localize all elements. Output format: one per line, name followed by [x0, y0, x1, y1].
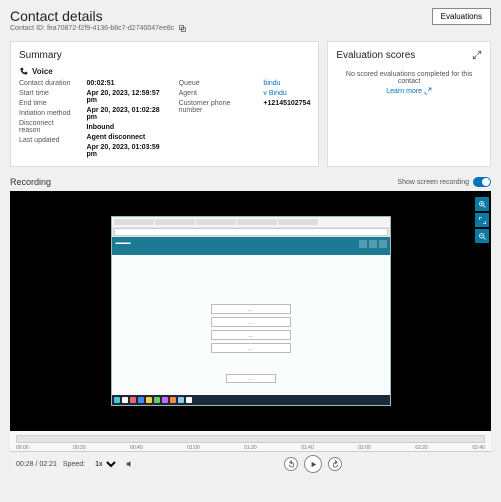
summary-card: Summary Voice Contact duration Start time…	[10, 41, 319, 167]
eval-empty-text: No scored evaluations completed for this…	[336, 71, 482, 85]
tick: 02:20	[415, 445, 428, 451]
toggle-label: Show screen recording	[397, 179, 469, 186]
field-label: Customer phone number	[179, 100, 248, 114]
time-display: 00:28 / 02:21	[16, 461, 57, 468]
rewind-button[interactable]	[284, 457, 298, 471]
tick: 01:00	[187, 445, 200, 451]
channel-voice: Voice	[32, 67, 53, 76]
field-value: +12145102754	[263, 100, 310, 107]
field-label: Disconnect reason	[19, 120, 71, 134]
play-button[interactable]	[304, 455, 322, 473]
zoom-out-icon[interactable]	[475, 229, 489, 243]
field-label: Initiation method	[19, 110, 71, 117]
field-label: Last updated	[19, 137, 71, 144]
evaluations-button[interactable]: Evaluations	[432, 8, 491, 25]
field-label: Start time	[19, 90, 71, 97]
tick: 02:00	[358, 445, 371, 451]
eval-title: Evaluation scores	[336, 50, 482, 61]
phone-icon	[19, 67, 28, 76]
tick: 01:20	[244, 445, 257, 451]
speed-select[interactable]: 1x	[91, 460, 119, 469]
forward-button[interactable]	[328, 457, 342, 471]
video-player: ▬▬▬ — — — — —	[10, 191, 491, 431]
field-label: End time	[19, 100, 71, 107]
field-value: Apr 20, 2023, 01:02:28 pm	[87, 107, 163, 121]
recorded-screen: ▬▬▬ — — — — —	[111, 216, 391, 406]
field-label: Agent	[179, 90, 248, 97]
volume-icon[interactable]	[125, 459, 135, 469]
field-value[interactable]: bindu	[263, 80, 310, 87]
tick: 00:20	[73, 445, 86, 451]
field-label: Contact duration	[19, 80, 71, 87]
contact-id: Contact ID: fea70872-f2f9-4136-b8c7-d274…	[10, 25, 174, 32]
field-value[interactable]: v Bindu	[263, 90, 310, 97]
page-header: Contact details Contact ID: fea70872-f2f…	[10, 8, 491, 33]
field-value: Agent disconnect	[87, 134, 163, 141]
tick: 01:40	[301, 445, 314, 451]
tick: 00:40	[130, 445, 143, 451]
screen-recording-toggle[interactable]	[473, 177, 491, 187]
tick: 02:40	[472, 445, 485, 451]
field-value: Inbound	[87, 124, 163, 131]
page-title: Contact details	[10, 8, 187, 24]
field-value: 00:02:51	[87, 80, 163, 87]
evaluation-card: Evaluation scores No scored evaluations …	[327, 41, 491, 167]
zoom-in-icon[interactable]	[475, 197, 489, 211]
field-value: Apr 20, 2023, 01:03:59 pm	[87, 144, 163, 158]
speed-label: Speed:	[63, 461, 85, 468]
field-value: Apr 20, 2023, 12:59:57 pm	[87, 90, 163, 104]
timeline[interactable]: 00:00 00:20 00:40 01:00 01:20 01:40 02:00 02:20…	[10, 431, 491, 451]
expand-icon[interactable]	[472, 50, 482, 60]
recording-title: Recording	[10, 177, 51, 187]
fit-icon[interactable]	[475, 213, 489, 227]
learn-more-link[interactable]: Learn more	[386, 87, 432, 95]
tick: 00:00	[16, 445, 29, 451]
copy-icon[interactable]	[178, 24, 187, 33]
player-controls: 00:28 / 02:21 Speed: 1x	[10, 451, 491, 476]
field-label: Queue	[179, 80, 248, 87]
summary-title: Summary	[19, 50, 310, 61]
